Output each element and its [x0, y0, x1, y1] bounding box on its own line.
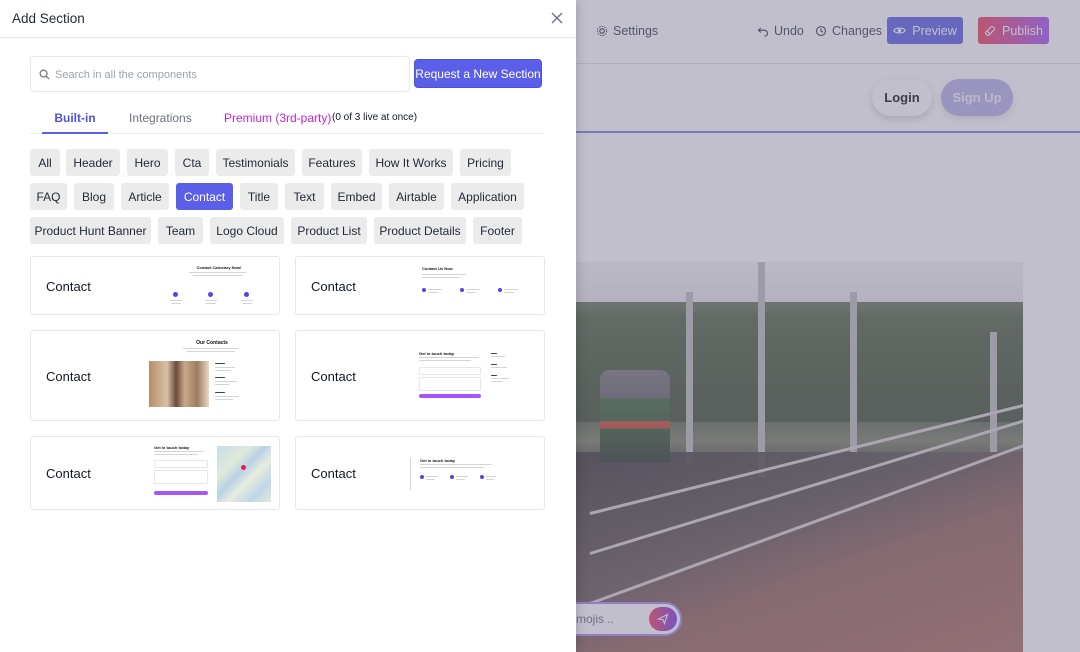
tab-integrations[interactable]: Integrations — [129, 111, 192, 134]
preview-title: Our Contacts — [196, 340, 228, 346]
preview-title: Get in touch today — [154, 445, 190, 450]
section-card-contact-3[interactable]: Contact Our Contacts — [30, 330, 280, 421]
chip-text[interactable]: Text — [285, 183, 324, 210]
section-card-contact-1[interactable]: Contact Contact Calculary Now! — [30, 256, 280, 315]
section-card-contact-4[interactable]: Contact Get in touch today — [295, 330, 545, 421]
section-preview-thumbnail: Get in touch today — [149, 443, 275, 505]
chip-testimonials[interactable]: Testimonials — [216, 149, 295, 176]
panel-title: Add Section — [12, 11, 85, 26]
card-label: Contact — [46, 279, 91, 294]
close-icon — [551, 12, 563, 24]
chip-contact[interactable]: Contact — [176, 183, 233, 210]
preview-title: Contact Calculary Now! — [196, 265, 242, 270]
section-card-contact-2[interactable]: Contact Contact Us Now — [295, 256, 545, 315]
chip-hero[interactable]: Hero — [127, 149, 168, 176]
chip-logo-cloud[interactable]: Logo Cloud — [210, 217, 284, 244]
chip-blog[interactable]: Blog — [74, 183, 114, 210]
chip-faq[interactable]: FAQ — [30, 183, 67, 210]
chip-features[interactable]: Features — [302, 149, 362, 176]
chip-header[interactable]: Header — [66, 149, 120, 176]
tab-premium[interactable]: Premium (3rd-party) — [224, 111, 331, 134]
add-section-panel: Add Section Request a New Section Built-… — [0, 0, 576, 652]
chip-all[interactable]: All — [30, 149, 60, 176]
chip-product-hunt-banner[interactable]: Product Hunt Banner — [30, 217, 151, 244]
preview-title: Contact Us Now — [422, 266, 453, 271]
section-preview-thumbnail: Our Contacts — [147, 337, 275, 417]
close-button[interactable] — [549, 10, 565, 26]
chip-product-list[interactable]: Product List — [291, 217, 367, 244]
section-preview-thumbnail: Get in touch today — [414, 347, 524, 405]
chip-footer[interactable]: Footer — [473, 217, 522, 244]
map-preview — [217, 446, 271, 502]
request-section-button[interactable]: Request a New Section — [414, 59, 542, 88]
chip-embed[interactable]: Embed — [331, 183, 382, 210]
chip-article[interactable]: Article — [121, 183, 169, 210]
chip-how-it-works[interactable]: How It Works — [369, 149, 453, 176]
chip-product-details[interactable]: Product Details — [374, 217, 466, 244]
chip-title[interactable]: Title — [240, 183, 278, 210]
search-icon — [39, 69, 50, 80]
tab-bar: Built-in Integrations Premium (3rd-party… — [30, 104, 544, 134]
team-photo — [149, 361, 209, 407]
search-box — [30, 56, 410, 92]
section-card-contact-6[interactable]: Contact Get in touch today — [295, 436, 545, 510]
chip-application[interactable]: Application — [451, 183, 524, 210]
chip-team[interactable]: Team — [158, 217, 203, 244]
search-input[interactable] — [55, 65, 400, 85]
section-preview-thumbnail: Get in touch today — [408, 455, 498, 495]
panel-header: Add Section — [0, 0, 576, 38]
section-card-contact-5[interactable]: Contact Get in touch today — [30, 436, 280, 510]
card-label: Contact — [311, 466, 356, 481]
section-preview-thumbnail: Contact Us Now — [416, 261, 534, 311]
chip-cta[interactable]: Cta — [175, 149, 209, 176]
section-preview-thumbnail: Contact Calculary Now! — [159, 261, 275, 311]
tab-built-in[interactable]: Built-in — [42, 111, 108, 134]
preview-title: Get in touch today — [420, 458, 456, 463]
premium-note: (0 of 3 live at once) — [332, 112, 418, 123]
card-label: Contact — [46, 466, 91, 481]
card-label: Contact — [311, 279, 356, 294]
chip-pricing[interactable]: Pricing — [460, 149, 511, 176]
chip-airtable[interactable]: Airtable — [389, 183, 444, 210]
card-label: Contact — [46, 369, 91, 384]
card-label: Contact — [311, 369, 356, 384]
preview-title: Get in touch today — [419, 351, 455, 356]
